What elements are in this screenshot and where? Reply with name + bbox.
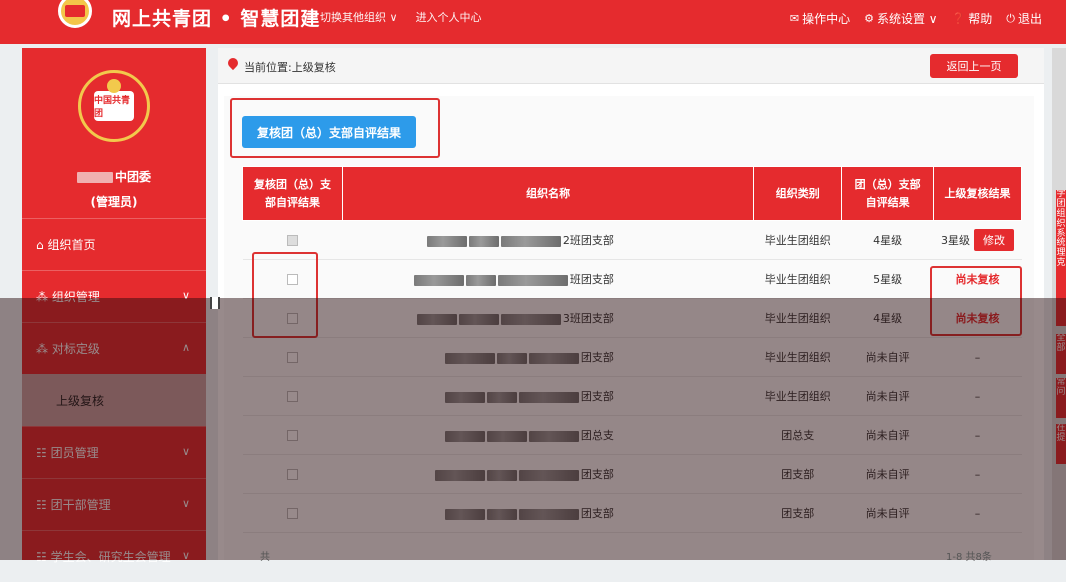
pause-icon: [210, 297, 220, 309]
sidebar-org-name: 中团委: [22, 168, 206, 185]
row-checkbox[interactable]: [286, 235, 298, 246]
col-header-self-eval: 团（总）支部自评结果: [841, 166, 935, 221]
col-header-category: 组织类别: [753, 166, 843, 221]
pagination-info: 1-8 共8条: [946, 552, 992, 563]
org-name-cell: 2班团支部: [342, 220, 754, 260]
review-cell: 3星级 修改: [933, 220, 1022, 260]
gear-icon: ⚙: [864, 12, 874, 25]
category-cell: 毕业生团组织: [753, 259, 842, 299]
breadcrumb: 当前位置:上级复核 返回上一页: [218, 48, 1044, 84]
table-row: 班团支部 毕业生团组织 5星级 尚未复核: [242, 259, 1022, 299]
category-cell: 毕业生团组织: [753, 220, 842, 260]
self-eval-cell: 4星级: [841, 220, 934, 260]
system-settings-menu[interactable]: ⚙ 系统设置 ∨: [864, 10, 937, 27]
dark-overlay: [0, 298, 1066, 560]
brand-title: 网上共青团 • 智慧团建: [112, 8, 321, 30]
mail-icon: ✉: [789, 12, 800, 25]
col-header-superior-review: 上级复核结果: [933, 166, 1022, 221]
ops-center-link[interactable]: ✉ 操作中心: [790, 10, 850, 27]
sidebar-item-org-home[interactable]: ⌂ 组织首页: [22, 218, 206, 270]
self-eval-cell: 5星级: [841, 259, 934, 299]
top-bar: 网上共青团 • 智慧团建 切换其他组织 ∨ 进入个人中心 ✉ 操作中心 ⚙ 系统设置…: [0, 0, 1066, 44]
logout-label: 退出: [1017, 12, 1042, 26]
league-emblem: 中国共青团: [78, 70, 150, 142]
youth-league-logo: [58, 0, 92, 28]
help-icon: ❓: [951, 12, 966, 25]
home-icon: ⌂: [36, 237, 44, 252]
modify-button[interactable]: 修改: [974, 229, 1015, 251]
col-header-org-name: 组织名称: [341, 166, 755, 221]
col-header-review: 复核团（总）支部自评结果: [242, 166, 343, 221]
breadcrumb-text: 当前位置:上级复核: [244, 61, 336, 74]
back-button[interactable]: 返回上一页: [930, 54, 1018, 78]
table-row: 2班团支部 毕业生团组织 4星级 3星级 修改: [242, 220, 1022, 260]
help-label: 帮助: [968, 12, 993, 26]
switch-org-link[interactable]: 切换其他组织 ∨: [320, 9, 398, 25]
logout-link[interactable]: ⏻ 退出: [1006, 10, 1042, 27]
sidebar-item-label: 组织首页: [47, 238, 96, 252]
top-right-menu: ✉ 操作中心 ⚙ 系统设置 ∨ ❓ 帮助 ⏻ 退出: [790, 10, 1042, 27]
personal-center-link[interactable]: 进入个人中心: [416, 9, 482, 25]
sidebar-role: (管理员): [90, 195, 138, 209]
review-self-eval-button[interactable]: 复核团（总）支部自评结果: [242, 116, 416, 148]
org-name-cell: 班团支部: [342, 259, 754, 299]
footer-left: 共: [260, 552, 270, 563]
help-link[interactable]: ❓ 帮助: [952, 10, 993, 27]
ops-center-label: 操作中心: [802, 12, 851, 26]
top-nav: 切换其他组织 ∨ 进入个人中心: [320, 9, 482, 25]
system-settings-label: 系统设置 ∨: [876, 12, 938, 26]
power-icon: ⏻: [1006, 11, 1015, 25]
table-header-row: 复核团（总）支部自评结果 组织名称 组织类别 团（总）支部自评结果 上级复核结果: [242, 166, 1022, 221]
location-pin-icon: [225, 55, 241, 71]
